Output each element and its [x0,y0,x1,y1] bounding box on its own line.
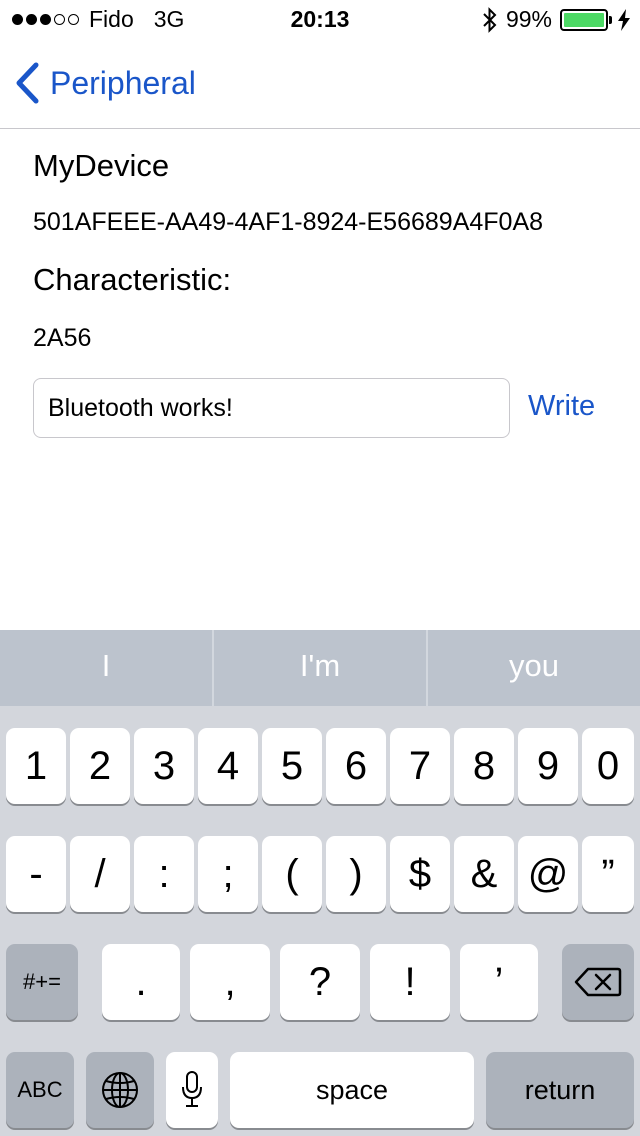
key-8[interactable]: 8 [454,728,514,804]
predictive-suggestions: I I'm you [0,630,640,706]
navigation-bar: Peripheral [0,40,640,129]
battery-percent: 99% [505,6,552,32]
globe-key[interactable] [86,1052,154,1128]
key-1[interactable]: 1 [6,728,66,804]
back-label: Peripheral [50,64,196,101]
key-exclamation[interactable]: ! [370,944,450,1020]
device-name: MyDevice [33,148,170,183]
key-2[interactable]: 2 [70,728,130,804]
characteristic-value: 2A56 [33,324,92,352]
delete-key[interactable] [562,944,634,1020]
key-at[interactable]: @ [518,836,578,912]
space-key[interactable]: space [230,1052,474,1128]
key-close-paren[interactable]: ) [326,836,386,912]
globe-icon [102,1072,138,1108]
status-bar: Fido 3G 20:13 99% [0,0,640,40]
write-value-input[interactable]: Bluetooth works! [33,378,510,438]
status-right: 99% [482,6,630,33]
key-ampersand[interactable]: & [454,836,514,912]
key-6[interactable]: 6 [326,728,386,804]
key-period[interactable]: . [102,944,180,1020]
suggestion-item[interactable]: I'm [214,630,428,706]
symbols-key[interactable]: #+= [6,944,78,1020]
suggestion-item[interactable]: I [0,630,214,706]
key-3[interactable]: 3 [134,728,194,804]
characteristic-label: Characteristic: [33,262,232,297]
dictation-key[interactable] [166,1052,218,1128]
microphone-icon [182,1071,202,1107]
key-comma[interactable]: , [190,944,270,1020]
key-quote[interactable]: ” [582,836,634,912]
charging-icon [618,8,630,31]
key-semicolon[interactable]: ; [198,836,258,912]
key-slash[interactable]: / [70,836,130,912]
key-colon[interactable]: : [134,836,194,912]
backspace-icon [574,967,622,997]
key-5[interactable]: 5 [262,728,322,804]
chevron-left-icon [16,62,39,104]
key-0[interactable]: 0 [582,728,634,804]
key-7[interactable]: 7 [390,728,450,804]
keyboard: 1 2 3 4 5 6 7 8 9 0 - / : ; ( ) $ & @ ” … [0,706,640,1136]
key-4[interactable]: 4 [198,728,258,804]
key-9[interactable]: 9 [518,728,578,804]
back-button[interactable]: Peripheral [14,62,196,104]
key-dollar[interactable]: $ [390,836,450,912]
key-hyphen[interactable]: - [6,836,66,912]
battery-icon [560,8,612,31]
device-uuid: 501AFEEE-AA49-4AF1-8924-E56689A4F0A8 [33,208,544,236]
abc-key[interactable]: ABC [6,1052,74,1128]
key-question[interactable]: ? [280,944,360,1020]
key-open-paren[interactable]: ( [262,836,322,912]
write-button[interactable]: Write [528,390,595,423]
return-key[interactable]: return [486,1052,634,1128]
key-apostrophe[interactable]: ’ [460,944,538,1020]
bluetooth-icon [483,6,497,33]
suggestion-item[interactable]: you [428,630,640,706]
battery-fill [564,12,604,27]
